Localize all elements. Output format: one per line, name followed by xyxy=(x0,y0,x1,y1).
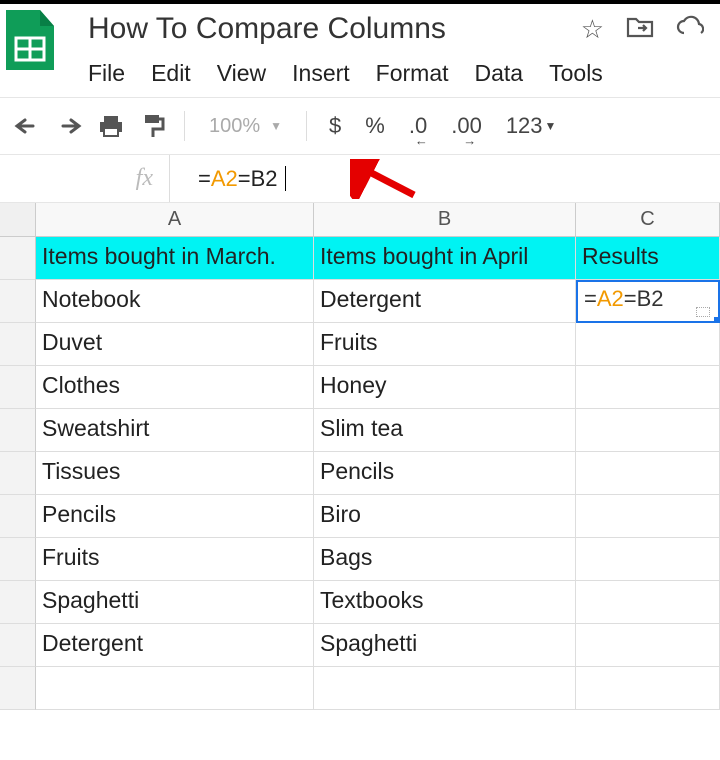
menu-tools[interactable]: Tools xyxy=(549,60,603,87)
cell[interactable]: Pencils xyxy=(36,495,314,538)
column-header-b[interactable]: B xyxy=(314,203,576,236)
table-row: Sweatshirt Slim tea xyxy=(0,409,720,452)
format-currency-button[interactable]: $ xyxy=(329,113,341,139)
menu-insert[interactable]: Insert xyxy=(292,60,350,87)
cell[interactable] xyxy=(576,323,720,366)
menu-edit[interactable]: Edit xyxy=(151,60,191,87)
active-cell[interactable]: =A2=B2 xyxy=(576,280,720,323)
header-area: How To Compare Columns ☆ File Edit View … xyxy=(0,4,720,97)
fx-label: fx xyxy=(0,155,170,202)
row-header[interactable] xyxy=(0,237,36,280)
cell[interactable]: Results xyxy=(576,237,720,280)
table-row: Tissues Pencils xyxy=(0,452,720,495)
cell[interactable] xyxy=(36,667,314,710)
zoom-dropdown[interactable]: 100% ▼ xyxy=(199,115,292,138)
document-title[interactable]: How To Compare Columns xyxy=(84,10,450,48)
menu-file[interactable]: File xyxy=(88,60,125,87)
table-row xyxy=(0,667,720,710)
row-header[interactable] xyxy=(0,538,36,581)
select-all-corner[interactable] xyxy=(0,203,36,236)
print-button[interactable] xyxy=(94,109,128,143)
cell[interactable]: Bags xyxy=(314,538,576,581)
cloud-status-icon[interactable] xyxy=(676,15,704,44)
table-row: Items bought in March. Items bought in A… xyxy=(0,237,720,280)
cell[interactable] xyxy=(576,409,720,452)
cell[interactable]: Spaghetti xyxy=(314,624,576,667)
formula-bar: fx =A2=B2 xyxy=(0,155,720,203)
cell[interactable]: Fruits xyxy=(314,323,576,366)
column-headers: A B C xyxy=(0,203,720,237)
menu-format[interactable]: Format xyxy=(376,60,449,87)
annotation-arrow xyxy=(350,159,420,199)
table-row: Spaghetti Textbooks xyxy=(0,581,720,624)
cell[interactable]: Items bought in April xyxy=(314,237,576,280)
format-percent-button[interactable]: % xyxy=(365,113,385,139)
formula-hint-icon xyxy=(696,307,710,317)
cell[interactable]: Notebook xyxy=(36,280,314,323)
cell[interactable]: Detergent xyxy=(36,624,314,667)
undo-button[interactable] xyxy=(10,109,44,143)
decrease-decimal-button[interactable]: .0 ← xyxy=(409,113,427,139)
menu-bar: File Edit View Insert Format Data Tools xyxy=(84,48,710,97)
menu-data[interactable]: Data xyxy=(475,60,524,87)
increase-decimal-button[interactable]: .00 → xyxy=(451,113,482,139)
cell[interactable]: Slim tea xyxy=(314,409,576,452)
row-header[interactable] xyxy=(0,581,36,624)
cell[interactable] xyxy=(576,667,720,710)
cell[interactable]: Detergent xyxy=(314,280,576,323)
cell[interactable]: Spaghetti xyxy=(36,581,314,624)
column-header-a[interactable]: A xyxy=(36,203,314,236)
number-format-dropdown[interactable]: 123 ▼ xyxy=(506,113,557,139)
move-to-folder-icon[interactable] xyxy=(626,15,654,44)
cell[interactable]: Duvet xyxy=(36,323,314,366)
separator xyxy=(306,111,307,141)
cell[interactable]: Honey xyxy=(314,366,576,409)
cell[interactable]: Textbooks xyxy=(314,581,576,624)
cell[interactable]: Clothes xyxy=(36,366,314,409)
toolbar: 100% ▼ $ % .0 ← .00 → 123 ▼ xyxy=(0,97,720,155)
formula-input[interactable]: =A2=B2 xyxy=(170,166,286,192)
row-header[interactable] xyxy=(0,280,36,323)
cell[interactable] xyxy=(576,495,720,538)
table-row: Duvet Fruits xyxy=(0,323,720,366)
zoom-value: 100% xyxy=(209,115,260,138)
cell[interactable] xyxy=(576,452,720,495)
chevron-down-icon: ▼ xyxy=(270,119,282,133)
table-row: Fruits Bags xyxy=(0,538,720,581)
column-header-c[interactable]: C xyxy=(576,203,720,236)
row-header[interactable] xyxy=(0,409,36,452)
cell[interactable] xyxy=(576,624,720,667)
table-row: Clothes Honey xyxy=(0,366,720,409)
cell[interactable]: Fruits xyxy=(36,538,314,581)
table-row: Detergent Spaghetti xyxy=(0,624,720,667)
spreadsheet-grid[interactable]: A B C Items bought in March. Items bough… xyxy=(0,203,720,710)
cell[interactable] xyxy=(576,366,720,409)
app-logo-sheets xyxy=(6,10,54,70)
cell[interactable] xyxy=(314,667,576,710)
cell[interactable]: Biro xyxy=(314,495,576,538)
table-row: Notebook Detergent =A2=B2 xyxy=(0,280,720,323)
cell[interactable] xyxy=(576,538,720,581)
star-icon[interactable]: ☆ xyxy=(581,14,604,45)
cell[interactable]: Pencils xyxy=(314,452,576,495)
row-header[interactable] xyxy=(0,495,36,538)
cell[interactable]: Sweatshirt xyxy=(36,409,314,452)
row-header[interactable] xyxy=(0,366,36,409)
cell[interactable]: Tissues xyxy=(36,452,314,495)
menu-view[interactable]: View xyxy=(217,60,266,87)
table-row: Pencils Biro xyxy=(0,495,720,538)
chevron-down-icon: ▼ xyxy=(545,119,557,133)
separator xyxy=(184,111,185,141)
row-header[interactable] xyxy=(0,624,36,667)
row-header[interactable] xyxy=(0,667,36,710)
paint-format-button[interactable] xyxy=(136,109,170,143)
cell[interactable]: Items bought in March. xyxy=(36,237,314,280)
row-header[interactable] xyxy=(0,323,36,366)
cell[interactable] xyxy=(576,581,720,624)
redo-button[interactable] xyxy=(52,109,86,143)
row-header[interactable] xyxy=(0,452,36,495)
